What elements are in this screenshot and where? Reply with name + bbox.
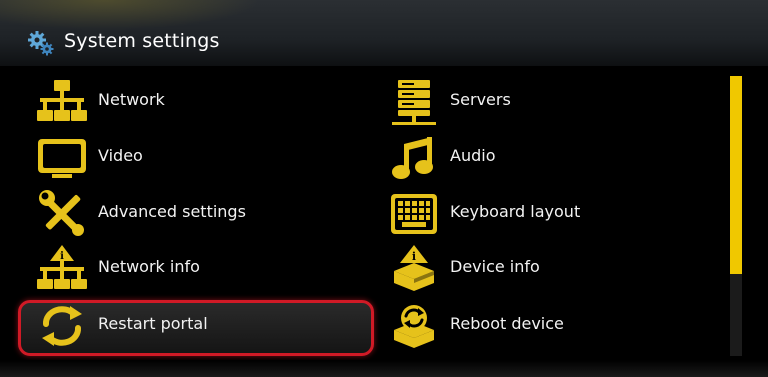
network-icon <box>36 78 88 126</box>
tools-icon <box>36 190 88 238</box>
menu-item-device-info[interactable]: i Device info <box>388 243 708 295</box>
gears-icon <box>26 28 56 58</box>
menu-item-label: Audio <box>450 146 496 165</box>
menu-item-label: Network info <box>98 257 200 276</box>
menu-item-servers[interactable]: Servers <box>388 76 708 128</box>
menu-item-keyboard-layout[interactable]: Keyboard layout <box>388 188 708 240</box>
menu-item-restart-portal[interactable]: Restart portal <box>36 300 366 352</box>
menu-item-label: Reboot device <box>450 314 564 333</box>
header-glow <box>0 0 260 30</box>
menu-item-label: Servers <box>450 90 511 109</box>
menu-item-video[interactable]: Video <box>36 132 366 184</box>
menu-item-network[interactable]: Network <box>36 76 366 128</box>
menu-item-label: Keyboard layout <box>450 202 581 221</box>
menu-item-label: Advanced settings <box>98 202 246 221</box>
tv-icon <box>36 134 88 182</box>
reboot-icon <box>388 302 440 350</box>
svg-text:i: i <box>60 251 64 262</box>
menu-item-audio[interactable]: Audio <box>388 132 708 184</box>
page-title: System settings <box>64 30 220 52</box>
music-note-icon <box>388 134 440 182</box>
scrollbar-thumb[interactable] <box>730 76 742 274</box>
servers-icon <box>388 78 440 126</box>
menu-item-label: Restart portal <box>98 314 208 333</box>
menu-item-label: Video <box>98 146 143 165</box>
device-info-icon: i <box>388 245 440 293</box>
menu-item-label: Network <box>98 90 165 109</box>
menu-item-reboot-device[interactable]: Reboot device <box>388 300 708 352</box>
network-info-icon: i <box>36 245 88 293</box>
bottom-edge <box>0 360 768 377</box>
svg-text:i: i <box>412 250 416 263</box>
menu-item-network-info[interactable]: i Network info <box>36 243 366 295</box>
menu-item-advanced-settings[interactable]: Advanced settings <box>36 188 366 240</box>
menu-item-label: Device info <box>450 257 540 276</box>
restart-icon <box>36 302 88 350</box>
keyboard-icon <box>388 190 440 238</box>
